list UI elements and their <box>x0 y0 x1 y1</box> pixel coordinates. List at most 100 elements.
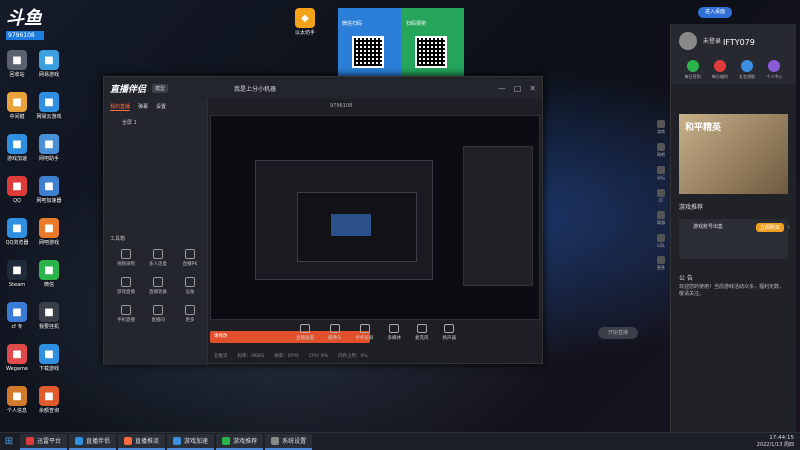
tool-icon <box>185 305 195 315</box>
desktop-icon[interactable]: ■ 我要挂机 <box>32 302 66 330</box>
desktop-icon-label: 我要挂机 <box>38 324 59 330</box>
app-icon: ■ <box>7 50 27 70</box>
tool-button[interactable]: 直播装备 <box>142 277 174 295</box>
taskbar: ⊞ 迅雷平台 直播伴侣 直播推流 游戏加速 游戏推荐 系统设置 17:44:15 2022… <box>0 432 800 450</box>
tool-button[interactable]: 手机直播 <box>110 305 142 323</box>
desktop-icon[interactable]: ■ QQ浏览器 <box>0 218 34 246</box>
start-live-button[interactable]: 开始直播 <box>598 327 638 339</box>
taskbar-item[interactable]: 直播伴侣 <box>69 433 117 450</box>
taskbar-item[interactable]: 游戏加速 <box>167 433 215 450</box>
toolbar-button[interactable]: 手机投屏 <box>356 323 374 341</box>
clock-date[interactable]: 2022/1/13 周四 <box>757 442 794 449</box>
app-icon: ■ <box>7 386 27 406</box>
sidebar-icon <box>657 166 665 174</box>
tool-button[interactable]: 直播间 <box>142 305 174 323</box>
toolbar-button[interactable]: 摄像头 <box>328 323 342 341</box>
preview-canvas[interactable] <box>210 115 540 320</box>
desktop-icon-label: 网易游戏 <box>38 72 59 78</box>
desktop-icon[interactable]: ■ 回收站 <box>0 50 34 78</box>
tool-button[interactable]: 游戏直播 <box>110 277 142 295</box>
tab-item[interactable]: 设置 <box>156 103 166 111</box>
minimize-icon[interactable]: — <box>498 84 506 93</box>
desktop-icon[interactable]: ■ 网易游戏 <box>32 50 66 78</box>
toolbar-label: 麦克风 <box>415 335 429 341</box>
qr-popup: 微信扫码 扫码领奖 <box>338 8 464 80</box>
banner[interactable]: 和平精英 <box>679 114 788 194</box>
taskbar-item[interactable]: 游戏推荐 <box>216 433 264 450</box>
toolbar-button[interactable]: 直播画面 <box>296 323 314 341</box>
taskbar-app-icon <box>173 436 182 445</box>
desktop-icon[interactable]: ■ QQ <box>0 176 34 204</box>
desktop-icon[interactable]: ■ 游戏加速 <box>0 134 34 162</box>
tool-button[interactable]: 更多 <box>174 305 206 323</box>
tool-button[interactable]: 视频录制 <box>110 249 142 267</box>
shortcut-button[interactable]: 每日签到 <box>685 60 701 80</box>
status-item: 云推流 <box>214 354 228 359</box>
ad-button[interactable]: 立即购买 <box>755 223 784 232</box>
sidebar-item[interactable]: 网游 <box>657 211 665 226</box>
taskbar-app-icon <box>271 436 280 445</box>
streamer-watermark: 斗鱼 9796108 <box>6 4 56 44</box>
tool-icon <box>153 249 163 259</box>
desktop-icon[interactable]: ■ cf 专 <box>0 302 34 330</box>
app-icon: ■ <box>7 260 27 280</box>
desktop-icon[interactable]: ■ 个人信息 <box>0 386 34 414</box>
tools-label: 工具箱 <box>110 236 126 242</box>
sidebar-item[interactable]: LOL <box>657 234 665 248</box>
tool-button[interactable]: 多人连麦 <box>142 249 174 267</box>
sidebar-item[interactable]: 游戏 <box>657 120 665 135</box>
desktop-icon[interactable]: ■ 中间键 <box>0 92 34 120</box>
toolbar-button[interactable]: 麦克风 <box>415 323 429 341</box>
ad-title: 游戏账号出售 <box>693 224 724 230</box>
tool-button[interactable]: 设备 <box>174 277 206 295</box>
taskbar-item-label: 直播伴侣 <box>86 438 111 445</box>
close-icon[interactable]: ✕ <box>529 84 536 93</box>
tool-label: 手机直播 <box>117 318 135 323</box>
app-icon: ■ <box>39 218 59 238</box>
sidebar-label: 更多 <box>657 265 665 270</box>
app-icon: ■ <box>39 176 59 196</box>
desktop-icon[interactable]: ■ Wegame <box>0 344 34 372</box>
app-icon: ◆ <box>295 8 315 28</box>
maximize-icon[interactable]: □ <box>514 84 522 93</box>
shortcut-button[interactable]: 礼包领取 <box>739 60 755 80</box>
desktop-icon[interactable]: ■ 网吧助手 <box>32 134 66 162</box>
sidebar-item[interactable]: 论坛 <box>657 166 665 181</box>
tool-button[interactable]: 直播PK <box>174 249 206 267</box>
qr-caption-left: 微信扫码 <box>342 21 363 27</box>
toolbar-button[interactable]: 扬声器 <box>443 323 456 341</box>
sidebar-icon <box>657 143 665 151</box>
shortcut-button[interactable]: 每日福利 <box>712 60 728 80</box>
app-badge[interactable]: 模型 <box>152 83 169 93</box>
tab-item[interactable]: 我的直播 <box>110 103 131 111</box>
desktop-icon-center[interactable]: ◆ 以太坊手 <box>288 8 322 36</box>
ad-card[interactable]: 游戏账号出售 立即购买 <box>679 219 788 259</box>
desktop-icon[interactable]: ■ 网吧游戏 <box>32 218 66 246</box>
app-icon: ■ <box>39 50 59 70</box>
shortcut-icon <box>686 60 699 72</box>
desktop-icon[interactable]: ■ 网吧加速器 <box>32 176 66 204</box>
sidebar-label: 论坛 <box>657 175 665 180</box>
taskbar-item[interactable]: 直播推流 <box>118 433 166 450</box>
sidebar-item[interactable]: 更多 <box>657 256 665 271</box>
enter-desktop-button[interactable]: 进入桌面 <box>698 7 732 18</box>
tab-item[interactable]: 弹幕 <box>138 103 148 111</box>
desktop-icon-label: Steam <box>8 282 26 288</box>
taskbar-item[interactable]: 系统设置 <box>265 433 313 450</box>
desktop-icon[interactable]: ■ 网易云游戏 <box>32 92 66 120</box>
shortcut-button[interactable]: 个人中心 <box>766 60 782 80</box>
scene-item[interactable]: 全屏 1 <box>104 115 207 130</box>
sidebar-item[interactable]: 网吧 <box>657 143 665 158</box>
sidebar-item[interactable]: CF <box>657 189 665 203</box>
desktop-icon[interactable]: ■ 微信 <box>32 260 66 288</box>
desktop-icon[interactable]: ■ 余额查询 <box>32 386 66 414</box>
taskbar-item[interactable]: 迅雷平台 <box>20 433 68 450</box>
app-icon: ■ <box>39 302 59 322</box>
user-status[interactable]: 未登录 <box>703 38 721 45</box>
clock-time[interactable]: 17:44:15 <box>757 435 794 442</box>
user-avatar[interactable] <box>679 32 697 50</box>
start-button[interactable]: ⊞ <box>0 433 18 450</box>
desktop-icon[interactable]: ■ Steam <box>0 260 34 288</box>
desktop-icon[interactable]: ■ 下载游戏 <box>32 344 66 372</box>
toolbar-button[interactable]: 多媒体 <box>388 323 401 341</box>
